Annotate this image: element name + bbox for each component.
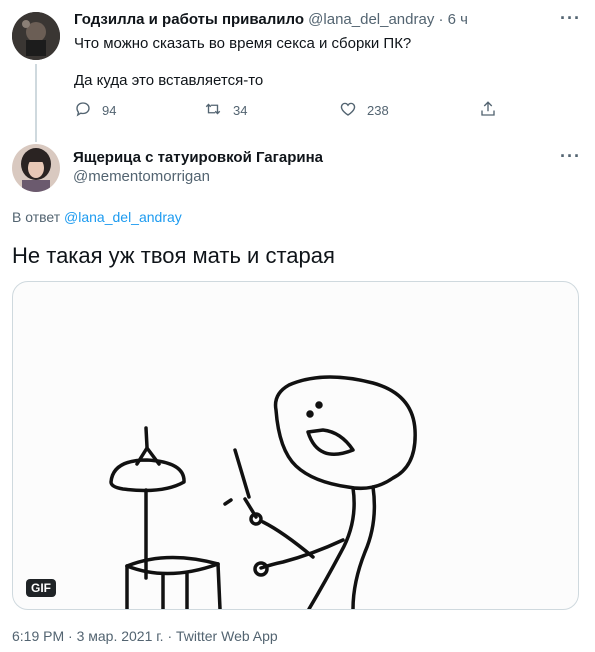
share-button[interactable]: [479, 100, 497, 121]
parent-avatar[interactable]: [12, 12, 60, 60]
main-more-icon[interactable]: ···: [560, 146, 581, 167]
parent-more-icon[interactable]: ···: [560, 8, 581, 29]
like-count: 238: [367, 103, 389, 118]
tweet-footer[interactable]: 6:19 PM · 3 мар. 2021 г. · Twitter Web A…: [12, 628, 278, 644]
parent-time[interactable]: · 6 ч: [439, 11, 469, 28]
reply-button[interactable]: 94: [74, 100, 116, 121]
retweet-count: 34: [233, 103, 248, 118]
like-button[interactable]: 238: [339, 100, 389, 121]
reply-prefix: В ответ: [12, 209, 61, 225]
parent-text-line2: Да куда это вставляется-то: [74, 72, 264, 89]
parent-header: Годзилла и работы привалило @lana_del_an…: [74, 11, 468, 28]
heart-icon: [339, 100, 357, 121]
gif-drawing: [109, 375, 417, 609]
retweet-button[interactable]: 34: [203, 100, 247, 121]
share-icon: [479, 100, 497, 121]
reply-count: 94: [102, 103, 117, 118]
retweet-icon: [203, 100, 223, 121]
main-tweet-text: Не такая уж твоя мать и старая: [12, 243, 335, 268]
parent-handle[interactable]: @lana_del_andray: [308, 11, 434, 28]
main-avatar[interactable]: [12, 144, 60, 192]
reply-to-link[interactable]: @lana_del_andray: [64, 209, 182, 225]
main-handle[interactable]: @mementomorrigan: [73, 168, 210, 185]
parent-text-line1: Что можно сказать во время секса и сборк…: [74, 35, 412, 52]
gif-media[interactable]: GIF: [12, 281, 579, 610]
thread-line: [35, 64, 37, 142]
reply-context: В ответ @lana_del_andray: [12, 209, 182, 225]
main-display-name[interactable]: Ящерица с татуировкой Гагарина: [73, 149, 323, 166]
reply-icon: [74, 100, 92, 121]
gif-badge: GIF: [26, 579, 56, 597]
parent-display-name[interactable]: Годзилла и работы привалило: [74, 11, 304, 28]
